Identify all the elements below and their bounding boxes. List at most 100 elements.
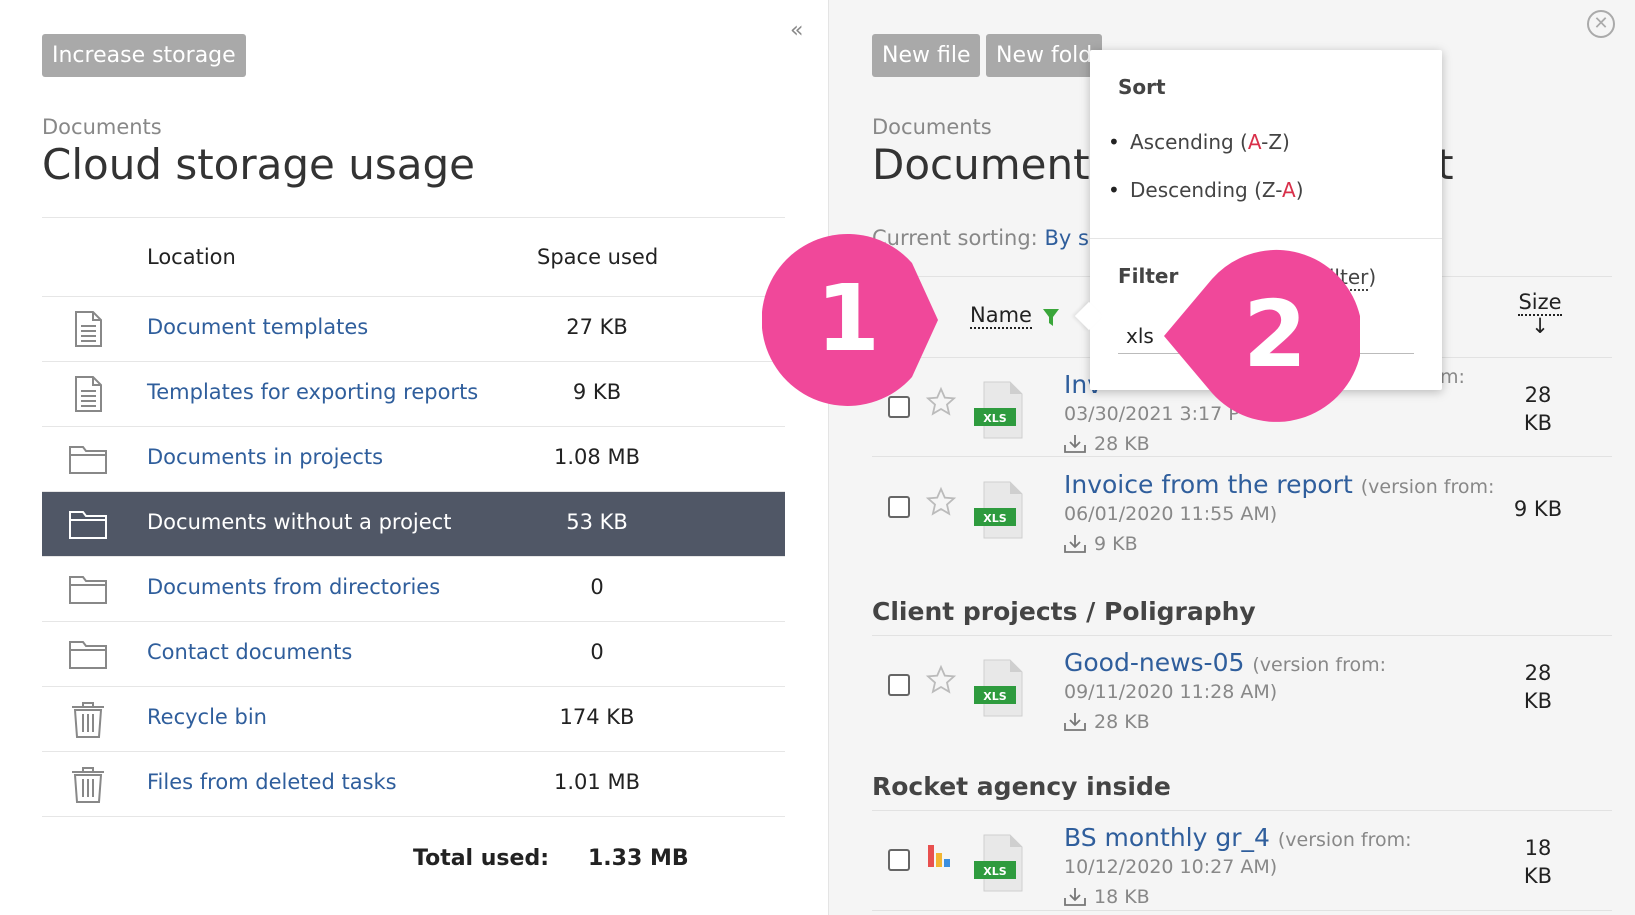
file-name[interactable]: Invoice from the report (1064, 470, 1353, 499)
breadcrumb[interactable]: Documents (42, 115, 162, 139)
divider (872, 810, 1612, 811)
document-icon (68, 309, 108, 349)
folder-icon (68, 504, 108, 544)
documents-title: Documents (872, 140, 1112, 189)
documents-breadcrumb[interactable]: Documents (872, 115, 992, 139)
file-size-unit: KB (1523, 689, 1553, 713)
download-link[interactable]: 28 KB (1064, 433, 1150, 455)
usage-row[interactable]: Contact documents 0 (42, 622, 785, 687)
file-size-unit: KB (1523, 411, 1553, 435)
usage-row-label[interactable]: Files from deleted tasks (147, 770, 397, 794)
file-name[interactable]: Good-news-05 (1064, 648, 1244, 677)
divider (872, 635, 1612, 636)
total-used-label: Total used: (413, 846, 549, 871)
usage-row-value: 174 KB (559, 705, 635, 729)
divider (872, 456, 1612, 457)
asc-highlight: A (1247, 130, 1262, 154)
usage-row[interactable]: Documents without a project 53 KB (42, 492, 785, 557)
close-icon[interactable]: ✕ (1587, 10, 1615, 38)
group-heading: Client projects / Poligraphy (872, 597, 1256, 626)
file-row: XLS Invoice from the report (version from… (872, 458, 1612, 558)
trash-icon (68, 699, 108, 739)
storage-usage-panel: Increase storage « Documents Cloud stora… (0, 0, 828, 915)
download-size: 28 KB (1094, 433, 1150, 455)
file-checkbox[interactable] (888, 496, 910, 518)
file-name-link[interactable]: Good-news-05 (version from: (1064, 648, 1386, 677)
file-name-link[interactable]: Invoice from the report (version from: (1064, 470, 1494, 499)
favorite-star-icon[interactable] (925, 486, 957, 518)
usage-row-value: 9 KB (572, 380, 622, 404)
usage-row-label[interactable]: Documents in projects (147, 445, 383, 469)
download-size: 18 KB (1094, 886, 1150, 908)
file-size-value: 28 (1524, 661, 1552, 685)
usage-row[interactable]: Documents in projects 1.08 MB (42, 427, 785, 492)
download-icon (1064, 886, 1094, 908)
file-date: 06/01/2020 11:55 AM) (1064, 503, 1278, 525)
usage-row-label[interactable]: Recycle bin (147, 705, 267, 729)
usage-row-value: 53 KB (566, 510, 628, 534)
column-size-header[interactable]: Size ↓ (1500, 290, 1580, 338)
xls-file-icon: XLS (974, 480, 1026, 540)
desc-highlight: A (1282, 178, 1296, 202)
file-checkbox[interactable] (888, 674, 910, 696)
xls-file-icon: XLS (974, 380, 1026, 440)
download-link[interactable]: 28 KB (1064, 711, 1150, 733)
xls-file-icon: XLS (974, 658, 1026, 718)
svg-text:XLS: XLS (983, 690, 1006, 703)
file-name-link[interactable]: BS monthly gr_4 (version from: (1064, 823, 1412, 852)
usage-table-header: Location Space used (42, 217, 785, 297)
usage-row[interactable]: Documents from directories 0 (42, 557, 785, 622)
usage-table: Location Space used Document templates 27… (42, 217, 785, 817)
download-size: 28 KB (1094, 711, 1150, 733)
callout-2: 2 (1164, 249, 1360, 422)
file-size: 28 KB (1498, 381, 1578, 437)
desc-prefix: Descending (Z- (1130, 178, 1283, 202)
usage-row-value: 1.08 MB (554, 445, 640, 469)
usage-row-label[interactable]: Document templates (147, 315, 368, 339)
usage-row[interactable]: Document templates 27 KB (42, 297, 785, 362)
usage-row-value: 1.01 MB (554, 770, 640, 794)
increase-storage-button[interactable]: Increase storage (42, 34, 246, 77)
usage-row[interactable]: Files from deleted tasks 1.01 MB (42, 752, 785, 817)
download-link[interactable]: 18 KB (1064, 886, 1150, 908)
favorite-star-icon[interactable] (925, 664, 957, 696)
desc-suffix: ) (1295, 178, 1304, 202)
usage-row-label[interactable]: Documents without a project (147, 510, 451, 534)
download-icon (1064, 533, 1094, 555)
new-folder-button[interactable]: New fold (986, 34, 1103, 77)
new-file-button[interactable]: New file (872, 34, 981, 77)
svg-text:XLS: XLS (983, 412, 1006, 425)
file-size-unit: KB (1523, 864, 1553, 888)
sort-ascending-option[interactable]: Ascending (A-Z) (1108, 130, 1290, 154)
group-heading: Rocket agency inside (872, 772, 1171, 801)
sort-descending-option[interactable]: Descending (Z-A) (1108, 178, 1304, 202)
download-icon (1064, 711, 1094, 733)
file-version-tail: m: (1440, 366, 1465, 388)
sort-heading: Sort (1118, 75, 1166, 99)
document-icon (68, 374, 108, 414)
usage-row-label[interactable]: Contact documents (147, 640, 352, 664)
file-size-value: 28 (1524, 383, 1552, 407)
download-size: 9 KB (1094, 533, 1138, 555)
file-row: XLS Good-news-05 (version from: 09/11/2020… (872, 636, 1612, 736)
collapse-panel-icon[interactable]: « (790, 18, 803, 43)
file-version-label: (version from: (1252, 654, 1387, 676)
usage-row-label[interactable]: Templates for exporting reports (147, 380, 478, 404)
file-size: 18 KB (1498, 834, 1578, 890)
asc-suffix: -Z) (1261, 130, 1290, 154)
download-link[interactable]: 9 KB (1064, 533, 1138, 555)
callout-1: 1 (762, 233, 938, 406)
sorting-value-link[interactable]: By s (1044, 226, 1088, 250)
file-size: 9 KB (1513, 497, 1563, 521)
page-title: Cloud storage usage (42, 140, 475, 189)
usage-row[interactable]: Templates for exporting reports 9 KB (42, 362, 785, 427)
usage-row-label[interactable]: Documents from directories (147, 575, 440, 599)
file-name[interactable]: BS monthly gr_4 (1064, 823, 1270, 852)
folder-icon (68, 569, 108, 609)
svg-text:XLS: XLS (983, 512, 1006, 525)
column-name-header[interactable]: Name (970, 303, 1032, 329)
divider (1090, 238, 1442, 239)
usage-row[interactable]: Recycle bin 174 KB (42, 687, 785, 752)
file-checkbox[interactable] (888, 849, 910, 871)
filter-funnel-icon[interactable] (1043, 309, 1059, 327)
